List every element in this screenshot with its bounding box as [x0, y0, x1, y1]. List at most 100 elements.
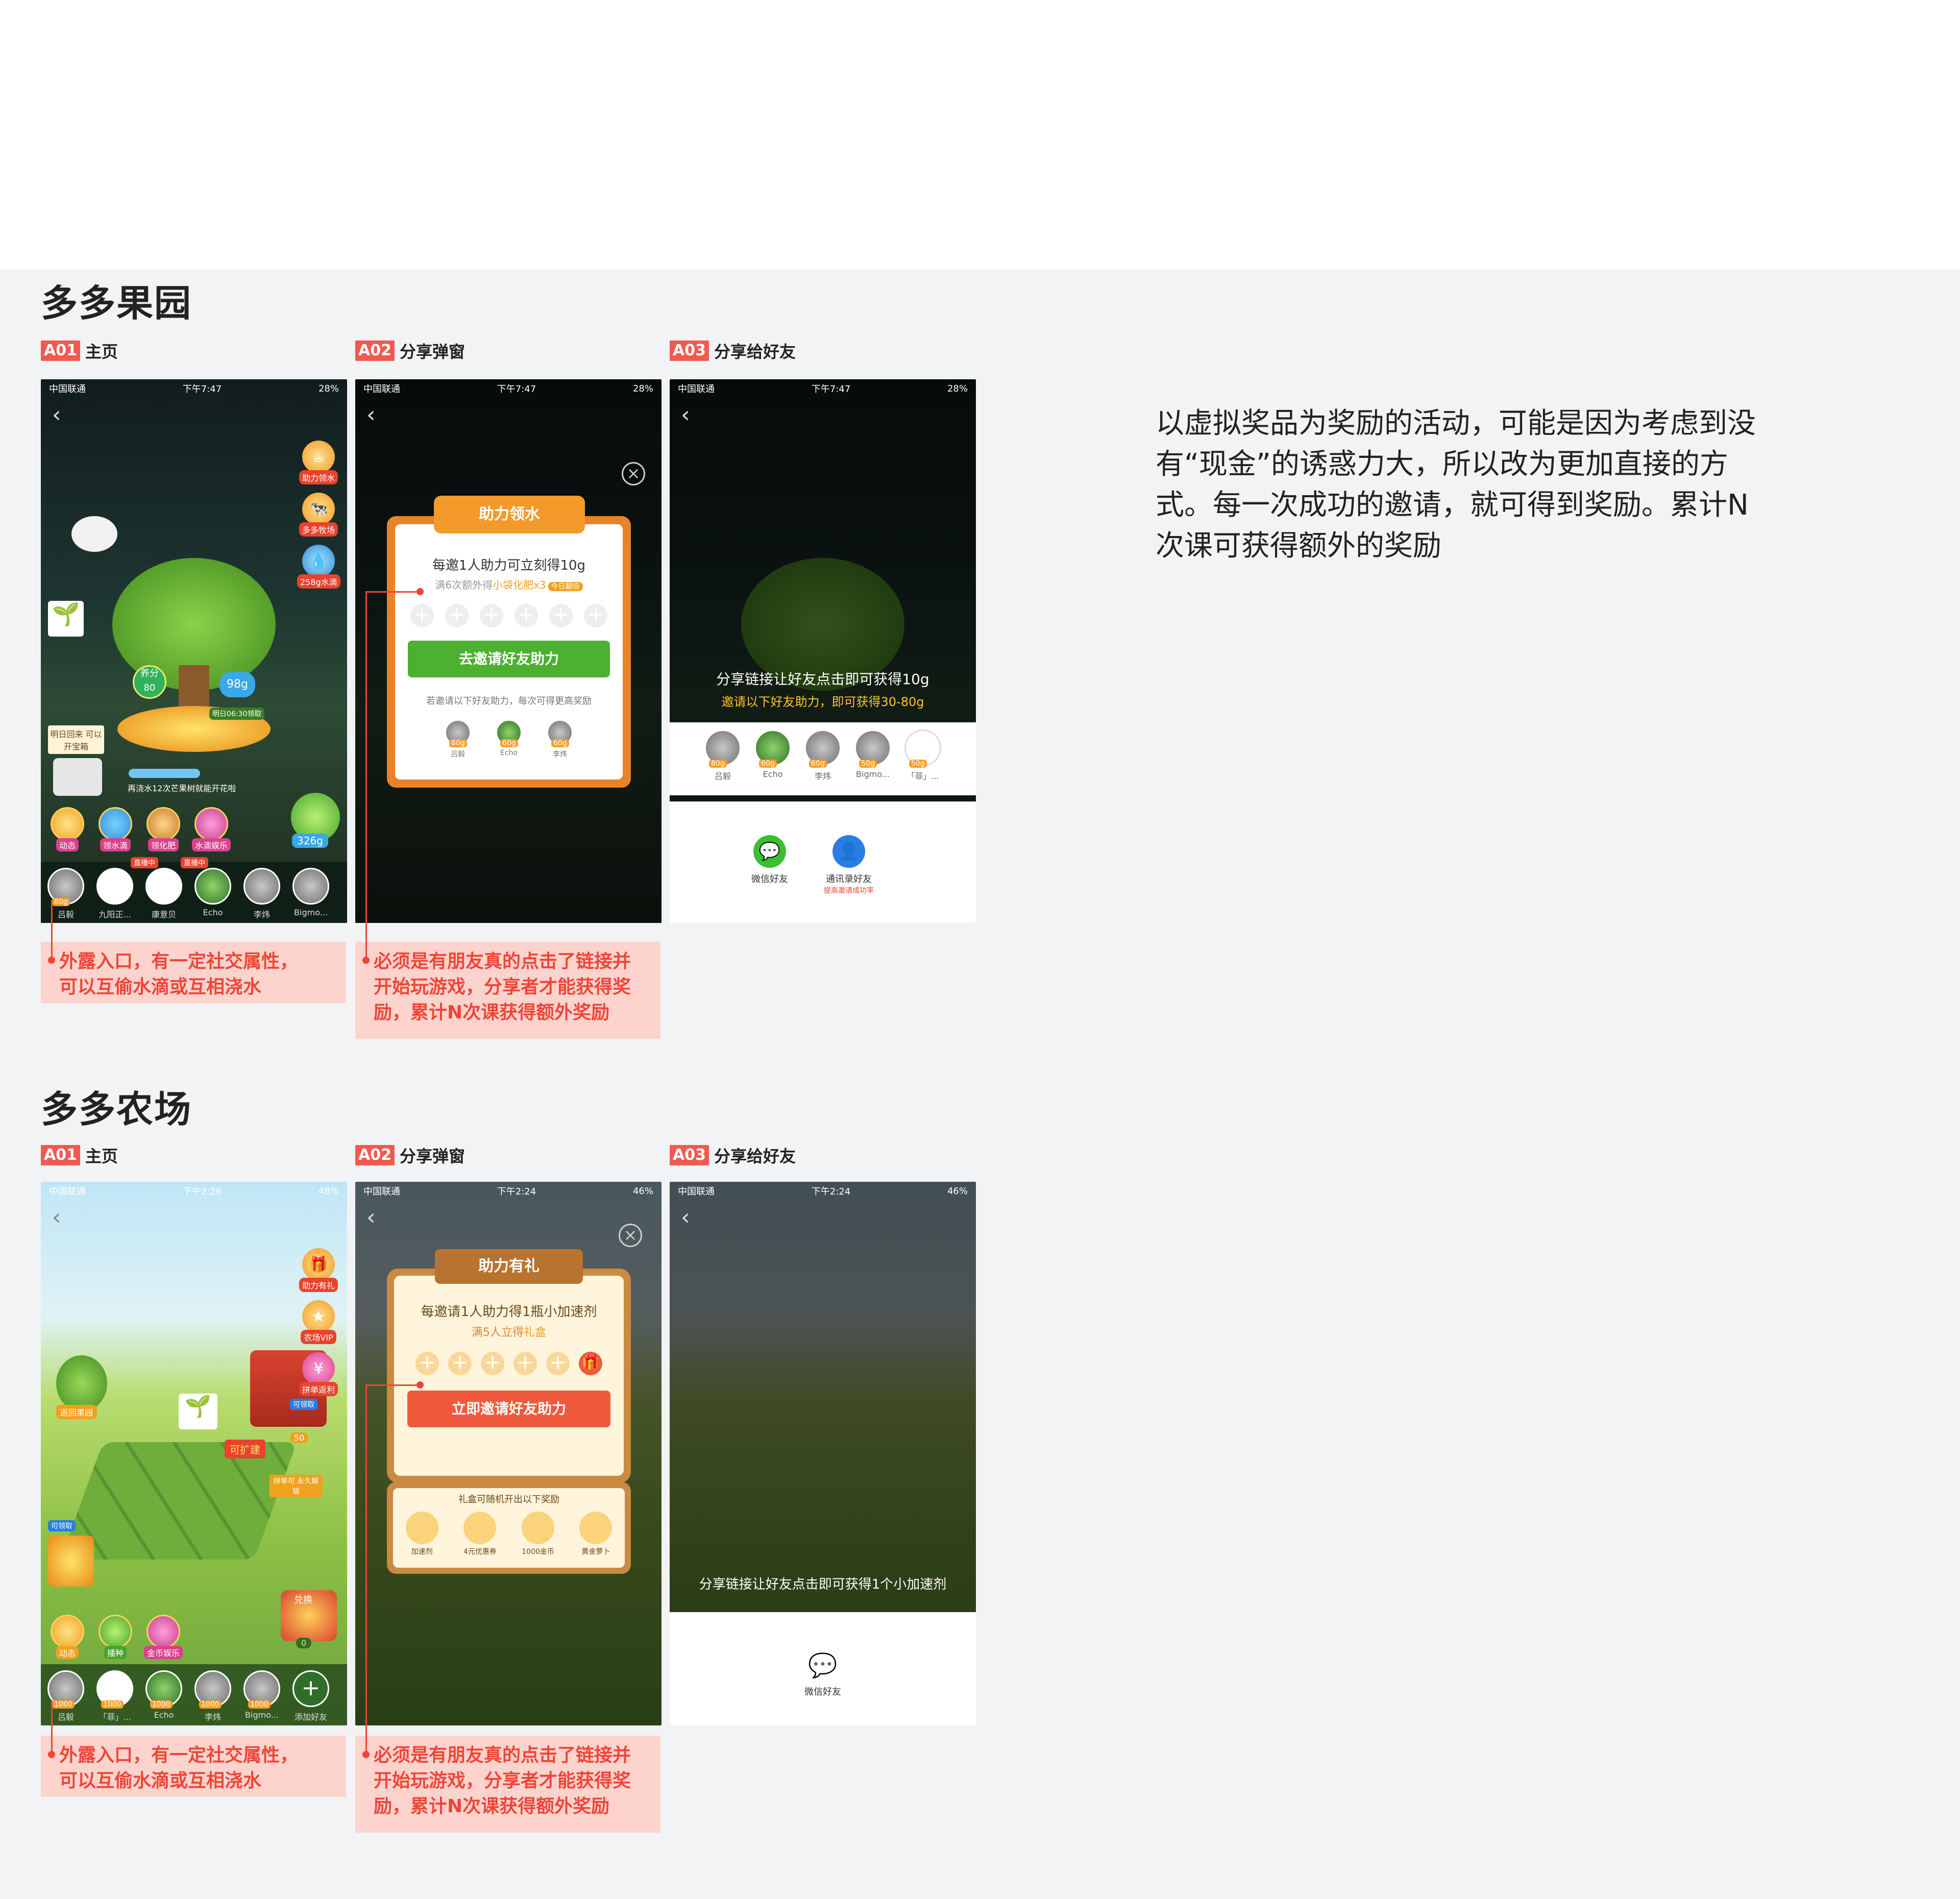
side-entry-help-water[interactable]: ☕ 助力领水 — [297, 441, 340, 484]
avatar — [194, 868, 231, 905]
friend-item[interactable]: Echo — [192, 868, 234, 923]
empty-slot[interactable]: + — [546, 1352, 570, 1375]
side-entry-rebate[interactable]: ¥ 拼单返利 — [297, 1352, 340, 1396]
friend-item[interactable]: 80g 吕毅 — [702, 729, 744, 795]
feed-icon — [51, 1615, 84, 1648]
back-icon[interactable]: ‹ — [52, 1204, 61, 1230]
friend-bar: 1000 吕毅 1000 「菲」... 1000 Echo 1000 李炜 1000 Bi… — [41, 1664, 347, 1725]
back-icon[interactable]: ‹ — [52, 402, 61, 428]
empty-slot[interactable]: + — [514, 604, 538, 627]
clock: 下午2:24 — [497, 1186, 536, 1197]
annotation-line — [51, 1700, 53, 1755]
screen-title: 分享弹窗 — [399, 342, 465, 361]
invite-friends-button[interactable]: 去邀请好友助力 — [408, 641, 610, 677]
close-icon[interactable]: × — [622, 462, 645, 485]
top-blank-band — [0, 0, 1960, 270]
back-icon[interactable]: ‹ — [681, 1204, 690, 1230]
action-sow[interactable]: 播种 — [95, 1615, 136, 1659]
empty-slot[interactable]: + — [513, 1352, 537, 1375]
back-icon[interactable]: ‹ — [366, 402, 376, 428]
empty-slot[interactable]: + — [415, 1352, 439, 1375]
water-drop-icon — [99, 807, 132, 841]
mini-tree[interactable] — [56, 1355, 107, 1411]
action-water-game[interactable]: 水滴娱乐 — [191, 807, 232, 851]
add-friend-button[interactable]: + 添加好友 — [290, 1670, 332, 1725]
share-wechat[interactable]: 💬 微信好友 — [751, 835, 788, 923]
note-text: 外露入口，有一定社交属性， 可以互偷水滴或互相浇水 — [59, 951, 299, 997]
friend-item[interactable]: Bigmo... — [290, 868, 332, 923]
claim-badge[interactable]: 可领取 — [290, 1399, 317, 1410]
invite-friends-button[interactable]: 立即邀请好友助力 — [407, 1391, 610, 1427]
empty-slot[interactable]: + — [481, 1352, 504, 1375]
status-bar: 中国联通 下午2:24 46% — [670, 1182, 976, 1200]
seedling-icon[interactable]: 🌱 — [48, 601, 84, 637]
gift-item: 1000金币 — [522, 1512, 555, 1556]
wechat-icon: 💬 — [753, 835, 786, 868]
gift-item: 黄金萝卜 — [579, 1512, 612, 1556]
friend-item[interactable]: 九阳正... — [94, 868, 136, 923]
exchange-label[interactable]: 兑换 — [294, 1593, 312, 1606]
nutrient-label: 养分 — [140, 668, 159, 679]
empty-slot[interactable]: + — [549, 604, 573, 627]
expand-badge[interactable]: 可扩建 — [225, 1440, 265, 1458]
friend-item[interactable]: 1000 Bigmo... — [241, 1670, 283, 1725]
friend-item[interactable]: 50g Bigmo... — [852, 729, 894, 795]
side-entry-help-gift[interactable]: 🎁 助力有礼 — [297, 1248, 340, 1292]
contacts-icon: 👤 — [832, 835, 865, 868]
friend-value: 1000 — [101, 1700, 124, 1709]
friend-name: 「菲」... — [99, 1712, 131, 1722]
empty-slot[interactable]: + — [448, 1352, 472, 1375]
treasure-chest-icon[interactable] — [53, 758, 102, 796]
unlock-badge[interactable]: 拼单可 永久解锁 — [270, 1475, 323, 1497]
subline-item: 小袋化肥x3 — [493, 579, 546, 591]
friend-item[interactable]: 60g 李炜 — [802, 729, 844, 795]
claim-badge[interactable]: 可领取 — [48, 1520, 76, 1531]
action-feed[interactable]: 动态 — [47, 807, 88, 851]
crop-field[interactable] — [60, 1442, 297, 1560]
action-collect-water[interactable]: 领水滴 — [95, 807, 136, 851]
share-wechat[interactable]: 💬 微信好友 — [804, 1649, 841, 1698]
gift-box-icon[interactable]: 🎁 — [579, 1352, 602, 1375]
empty-slot[interactable]: + — [445, 604, 469, 627]
friend-item[interactable]: 1000 Echo — [143, 1670, 185, 1725]
avatar: 1000 — [145, 1670, 182, 1709]
empty-slot[interactable]: + — [410, 604, 434, 627]
friend-item[interactable]: 1000 李炜 — [192, 1670, 234, 1725]
friend-name: 李炜 — [253, 910, 270, 919]
screen-label: A03 分享给好友 — [670, 1145, 796, 1166]
friend-item[interactable]: 50g 「菲」... — [902, 729, 944, 795]
friend-item[interactable]: 1000 「菲」... — [94, 1670, 136, 1725]
friend-item[interactable]: 60g Echo — [752, 729, 794, 795]
side-entry-vip[interactable]: ★ 农场VIP — [297, 1300, 340, 1344]
teacup-icon[interactable] — [71, 516, 117, 552]
back-icon[interactable]: ‹ — [366, 1204, 376, 1230]
back-to-orchard[interactable]: 返回果园 — [56, 1405, 97, 1419]
friend-name: Echo — [500, 749, 518, 757]
empty-slot[interactable]: + — [584, 604, 607, 627]
progress-text: 再浇水12次芒果树就能开花啦 — [128, 784, 236, 793]
screen-tag: A01 — [41, 1145, 80, 1165]
close-icon[interactable]: × — [619, 1224, 642, 1247]
friend-value: 60g — [500, 739, 518, 747]
back-icon[interactable]: ‹ — [681, 402, 690, 428]
side-entry-water-drops[interactable]: 💧 258g水滴 — [297, 545, 340, 589]
annotation-line — [365, 1384, 367, 1755]
action-label: 播种 — [104, 1646, 127, 1659]
gift-label: 1000金币 — [522, 1548, 554, 1556]
action-fertilizer[interactable]: 领化肥 — [143, 807, 184, 851]
avatar: 1000 — [194, 1670, 231, 1709]
action-feed[interactable]: 动态 — [47, 1615, 88, 1659]
share-contacts[interactable]: 👤 通讯录好友 提高邀请成功率 — [824, 835, 874, 923]
friend-item[interactable]: 60g 李炜 — [539, 719, 581, 759]
nutrient-badge[interactable]: 养分 80 — [133, 665, 166, 699]
friend-item[interactable]: 李炜 — [241, 868, 283, 923]
treasure-chest-icon[interactable] — [48, 1536, 94, 1587]
vip-icon: ★ — [302, 1300, 335, 1333]
friend-item[interactable]: 80g 吕毅 — [437, 719, 479, 759]
action-coin-game[interactable]: 金币娱乐 — [143, 1615, 184, 1659]
friend-item[interactable]: 康意贝 — [143, 868, 185, 923]
empty-slot[interactable]: + — [480, 604, 503, 627]
friend-item[interactable]: 60g Echo — [488, 719, 530, 759]
side-entry-ranch[interactable]: 🐄 多多牧场 — [297, 493, 340, 537]
seedling-icon[interactable]: 🌱 — [179, 1394, 217, 1429]
